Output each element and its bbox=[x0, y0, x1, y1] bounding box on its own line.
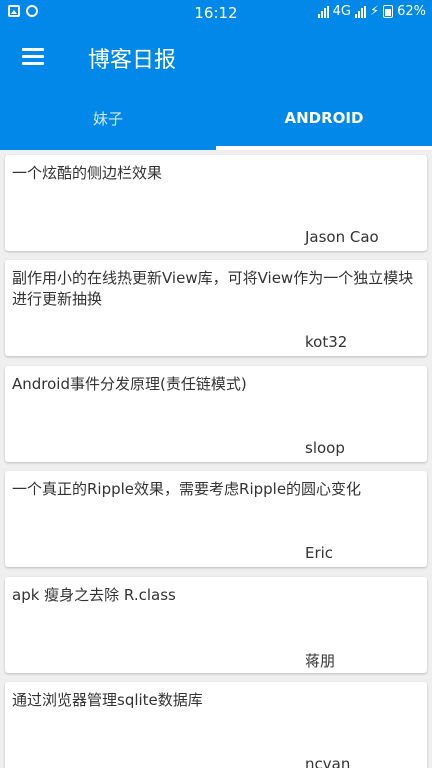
article-title: 副作用小的在线热更新View库，可将View作为一个独立模块进行更新抽换 bbox=[12, 269, 414, 308]
status-right-icons: 4G ⚡ 62% bbox=[317, 4, 426, 19]
network-type: 4G bbox=[332, 4, 351, 19]
app-screen: 16:12 4G ⚡ 62% 博客日报 妹子 ANDROID 一个炫酷的侧边栏效… bbox=[0, 0, 432, 768]
battery-icon bbox=[383, 5, 394, 18]
article-title: 通过浏览器管理sqlite数据库 bbox=[12, 691, 203, 709]
charging-icon: ⚡ bbox=[369, 4, 380, 19]
article-card[interactable]: Android事件分发原理(责任链模式) sloop bbox=[5, 366, 427, 462]
article-title: 一个真正的Ripple效果，需要考虑Ripple的圆心变化 bbox=[12, 480, 362, 498]
article-title: Android事件分发原理(责任链模式) bbox=[12, 375, 247, 393]
article-author: kot32 bbox=[305, 333, 348, 351]
status-bar: 16:12 4G ⚡ 62% bbox=[0, 0, 432, 26]
article-author: 蒋朋 bbox=[305, 652, 336, 670]
battery-percent: 62% bbox=[397, 4, 426, 19]
page-title: 博客日报 bbox=[88, 48, 177, 73]
tab-bar: 妹子 ANDROID bbox=[0, 86, 432, 150]
article-card[interactable]: apk 瘦身之去除 R.class 蒋朋 bbox=[5, 577, 427, 673]
article-author: Jason Cao bbox=[305, 228, 379, 246]
article-card[interactable]: 一个炫酷的侧边栏效果 Jason Cao bbox=[5, 155, 427, 251]
article-card[interactable]: 通过浏览器管理sqlite数据库 ncvan bbox=[5, 682, 427, 768]
article-list[interactable]: 一个炫酷的侧边栏效果 Jason Cao 副作用小的在线热更新View库，可将V… bbox=[0, 150, 432, 768]
tab-girls[interactable]: 妹子 bbox=[0, 86, 216, 150]
article-title: 一个炫酷的侧边栏效果 bbox=[12, 164, 163, 182]
article-author: ncvan bbox=[305, 755, 351, 768]
article-card[interactable]: 一个真正的Ripple效果，需要考虑Ripple的圆心变化 Eric bbox=[5, 471, 427, 567]
article-title: apk 瘦身之去除 R.class bbox=[12, 586, 176, 604]
signal-icon bbox=[317, 5, 329, 18]
article-author: Eric bbox=[305, 544, 334, 562]
menu-icon[interactable] bbox=[22, 47, 46, 65]
app-bar: 博客日报 bbox=[0, 26, 432, 86]
tab-android[interactable]: ANDROID bbox=[216, 86, 432, 150]
article-card[interactable]: 副作用小的在线热更新View库，可将View作为一个独立模块进行更新抽换 kot… bbox=[5, 260, 427, 356]
signal-icon bbox=[354, 5, 366, 18]
article-author: sloop bbox=[305, 439, 345, 457]
